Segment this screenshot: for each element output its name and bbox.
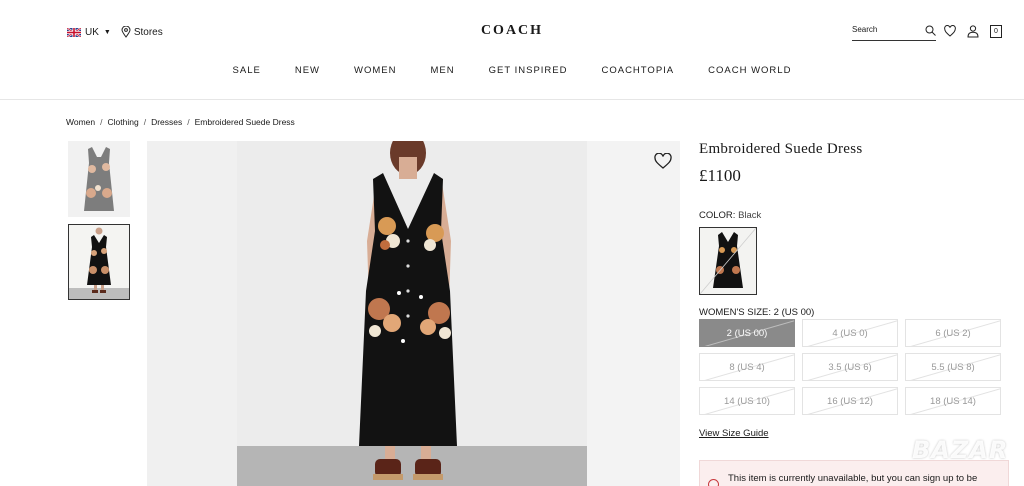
dress-flat-image [84,147,114,211]
size-option[interactable]: 5.5 (US 8) [905,353,1001,381]
size-option[interactable]: 16 (US 12) [802,387,898,415]
product-main-image[interactable] [147,141,680,486]
breadcrumb-dresses[interactable]: Dresses [151,117,182,127]
size-option[interactable]: 8 (US 4) [699,353,795,381]
size-option-label: 6 (US 2) [935,327,971,339]
size-label-text: WOMEN'S SIZE: [699,307,772,318]
swatch-dress-image [700,228,756,294]
bag-icon[interactable]: 0 [990,25,1002,38]
size-option-label: 2 (US 00) [726,327,768,339]
thumbnail-flat-lay[interactable] [68,141,130,217]
size-option-label: 5.5 (US 8) [931,361,975,373]
size-label: WOMEN'S SIZE: 2 (US 00) [699,307,814,318]
size-option-label: 3.5 (US 6) [828,361,872,373]
size-value: 2 (US 00) [773,307,815,318]
nav-coach-world[interactable]: COACH WORLD [708,65,791,76]
product-price: £1100 [699,166,741,185]
size-option-label: 16 (US 12) [827,395,873,407]
notice-text: This item is currently unavailable, but … [728,473,978,484]
size-option[interactable]: 4 (US 0) [802,319,898,347]
breadcrumb-current: Embroidered Suede Dress [194,117,295,127]
alert-icon [708,479,719,486]
breadcrumb: Women / Clothing / Dresses / Embroidered… [66,117,295,127]
size-option-label: 4 (US 0) [832,327,868,339]
nav-sale[interactable]: SALE [233,65,261,76]
account-icon[interactable] [967,24,979,38]
color-swatch-black[interactable] [699,227,757,295]
breadcrumb-women[interactable]: Women [66,117,95,127]
size-option[interactable]: 18 (US 14) [905,387,1001,415]
nav-coachtopia[interactable]: COACHTOPIA [601,65,674,76]
search-icon[interactable] [925,25,936,36]
site-header: UK ▼ Stores COACH Search 0 SALE NEW WOME… [0,0,1024,100]
main-nav: SALE NEW WOMEN MEN GET INSPIRED COACHTOP… [0,65,1024,76]
heart-icon[interactable] [944,24,956,38]
nav-new[interactable]: NEW [295,65,320,76]
nav-get-inspired[interactable]: GET INSPIRED [489,65,568,76]
search-input[interactable]: Search [852,24,936,41]
search-placeholder: Search [852,25,878,34]
model-wearing-dress-image [147,141,680,486]
dress-model-image [69,227,129,299]
size-option[interactable]: 2 (US 00) [699,319,795,347]
product-title: Embroidered Suede Dress [699,141,863,157]
size-option[interactable]: 3.5 (US 6) [802,353,898,381]
breadcrumb-separator: / [100,117,103,127]
size-option[interactable]: 14 (US 10) [699,387,795,415]
watermark-logo: BAZAR [912,436,1009,464]
breadcrumb-clothing[interactable]: Clothing [108,117,139,127]
breadcrumb-separator: / [143,117,147,127]
color-label: COLOR: Black [699,210,761,221]
size-option-label: 14 (US 10) [724,395,770,407]
color-value: Black [738,210,762,221]
size-option-label: 18 (US 14) [930,395,976,407]
size-grid: 2 (US 00) 4 (US 0) 6 (US 2) 8 (US 4) 3.5… [699,319,1001,415]
breadcrumb-separator: / [187,117,190,127]
heart-icon[interactable] [654,153,672,169]
color-label-text: COLOR: [699,210,736,221]
nav-men[interactable]: MEN [430,65,454,76]
size-guide-link[interactable]: View Size Guide [699,428,769,439]
nav-women[interactable]: WOMEN [354,65,396,76]
thumbnail-model[interactable] [68,224,130,300]
bag-count: 0 [994,28,998,35]
size-option[interactable]: 6 (US 2) [905,319,1001,347]
size-option-label: 8 (US 4) [729,361,765,373]
